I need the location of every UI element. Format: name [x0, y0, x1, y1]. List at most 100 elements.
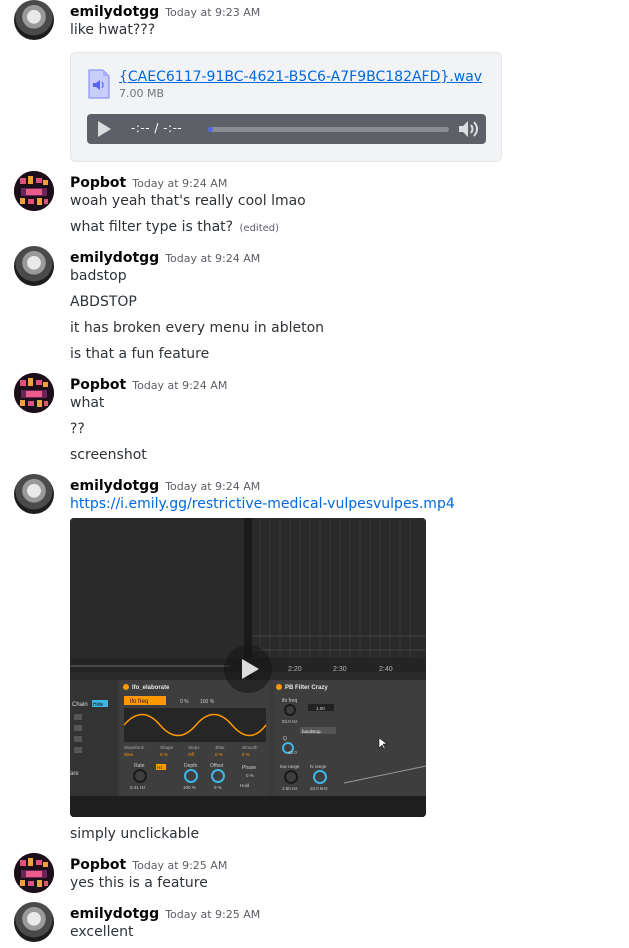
- lfo-knob-value: 0 %: [246, 773, 254, 778]
- avatar[interactable]: [14, 0, 54, 40]
- filter-value: 1.00: [316, 706, 325, 711]
- message-text: what: [70, 395, 105, 411]
- avatar[interactable]: [14, 373, 54, 413]
- message-header: Popbot Today at 9:24 AM: [70, 172, 227, 191]
- timeline-label: 2:20: [288, 666, 302, 673]
- avatar[interactable]: [14, 246, 54, 286]
- timestamp: Today at 9:25 AM: [132, 859, 228, 872]
- video-embed[interactable]: 2:20 2:30 2:40 Chain Hide are lfo_elabor…: [70, 518, 426, 817]
- audio-progress-fill: [208, 127, 213, 132]
- message-header: emilydotgg Today at 9:24 AM: [70, 475, 260, 494]
- username[interactable]: emilydotgg: [70, 906, 159, 922]
- lfo-mode: Hz: [157, 765, 163, 770]
- timeline-label: 2:30: [333, 666, 347, 673]
- popbot-avatar-image: [14, 171, 54, 211]
- file-size: 7.00 MB: [119, 87, 165, 100]
- lfo-param: Waveform: [124, 745, 145, 750]
- popbot-avatar-image: [14, 373, 54, 413]
- play-icon[interactable]: [95, 120, 113, 138]
- message-group: emilydotgg Today at 9:24 AM badstop ABDST…: [0, 246, 629, 366]
- lfo-param: Smooth: [242, 745, 258, 750]
- lfo-value: 0 %: [180, 699, 189, 705]
- filter-label: low range: [280, 764, 300, 769]
- lfo-param-value: 0 %: [242, 752, 250, 757]
- timestamp: Today at 9:23 AM: [165, 6, 261, 19]
- lfo-knob-value: 0 %: [214, 785, 222, 790]
- lfo-param: Shape: [160, 745, 174, 750]
- video-link[interactable]: https://i.emily.gg/restrictive-medical-v…: [70, 496, 455, 512]
- lfo-knob-label: Depth: [184, 763, 198, 769]
- message-text: what filter type is that? (edited): [70, 219, 279, 235]
- video-play-icon[interactable]: [224, 645, 272, 693]
- avatar[interactable]: [14, 171, 54, 211]
- lfo-value: 100 %: [200, 699, 215, 705]
- lfo-param-value: Sine: [124, 752, 134, 757]
- lfo-param-value: Off: [188, 752, 195, 757]
- device-hide-label: Hide: [93, 702, 104, 708]
- message-header: Popbot Today at 9:24 AM: [70, 374, 227, 393]
- device-side-label: are: [70, 771, 79, 777]
- avatar[interactable]: [14, 853, 54, 893]
- filter-type: bandstop: [302, 729, 321, 734]
- message-text: screenshot: [70, 447, 147, 463]
- username[interactable]: Popbot: [70, 857, 126, 873]
- timestamp: Today at 9:24 AM: [165, 252, 261, 265]
- audio-progress-bar[interactable]: [208, 127, 449, 132]
- lfo-param: Steps: [188, 745, 200, 750]
- message-group: emilydotgg Today at 9:23 AM like hwat??? …: [0, 0, 629, 165]
- message-text: badstop: [70, 268, 127, 284]
- lfo-param-value: 0 %: [215, 752, 223, 757]
- username[interactable]: emilydotgg: [70, 478, 159, 494]
- message-group: Popbot Today at 9:24 AM what ?? screensho…: [0, 373, 629, 468]
- filter-label: hi range: [310, 764, 327, 769]
- message-header: emilydotgg Today at 9:25 AM: [70, 903, 260, 922]
- message-text: simply unclickable: [70, 826, 200, 842]
- message-text: is that a fun feature: [70, 346, 210, 362]
- message-text-content: what filter type is that?: [70, 219, 234, 235]
- filter-label: lfo freq: [282, 698, 298, 704]
- lfo-knob-value: 0.41 Hz: [130, 785, 146, 790]
- lfo-knob-label: Offset: [210, 763, 224, 769]
- filter-value: 40.0: [288, 750, 297, 755]
- audio-player: -:-- / -:--: [87, 114, 486, 144]
- filter-title: PB Filter Crazy: [285, 685, 328, 691]
- filter-value: 93.0 Hz: [282, 719, 298, 724]
- avatar[interactable]: [14, 474, 54, 514]
- lfo-title: lfo_elaborate: [132, 685, 170, 691]
- avatar[interactable]: [14, 902, 54, 942]
- message-header: Popbot Today at 9:25 AM: [70, 854, 227, 873]
- filter-label: Q: [283, 736, 287, 742]
- popbot-avatar-image: [14, 853, 54, 893]
- lfo-knob-value: 100 %: [183, 785, 196, 790]
- message-header: emilydotgg Today at 9:24 AM: [70, 247, 260, 266]
- message-text: excellent: [70, 924, 134, 940]
- message-group: Popbot Today at 9:24 AM woah yeah that's …: [0, 171, 629, 241]
- filter-value: 1.60 Hz: [282, 786, 298, 791]
- lfo-param-value: 0 %: [160, 752, 168, 757]
- lfo-param: Jitter: [215, 745, 225, 750]
- lfo-knob-label: Rate: [134, 763, 145, 769]
- audio-time: -:-- / -:--: [131, 121, 183, 135]
- lfo-knob-label: Phase: [242, 765, 256, 771]
- username[interactable]: emilydotgg: [70, 4, 159, 20]
- filter-value: 20.0 kHz: [310, 786, 329, 791]
- username[interactable]: emilydotgg: [70, 250, 159, 266]
- username[interactable]: Popbot: [70, 377, 126, 393]
- timeline-label: 2:40: [379, 666, 393, 673]
- message-text: ABDSTOP: [70, 294, 137, 310]
- message-text: it has broken every menu in ableton: [70, 320, 325, 336]
- device-chain-label: Chain: [72, 702, 88, 708]
- message-group: emilydotgg Today at 9:25 AM excellent: [0, 902, 629, 948]
- timestamp: Today at 9:24 AM: [132, 379, 228, 392]
- message-text: yes this is a feature: [70, 875, 208, 891]
- username[interactable]: Popbot: [70, 175, 126, 191]
- message-link: https://i.emily.gg/restrictive-medical-v…: [70, 496, 455, 512]
- volume-icon[interactable]: [457, 119, 479, 139]
- lfo-hold-label: Hold: [240, 783, 250, 788]
- message-group: Popbot Today at 9:25 AM yes this is a fea…: [0, 853, 629, 898]
- message-header: emilydotgg Today at 9:23 AM: [70, 1, 260, 20]
- message-text: woah yeah that's really cool lmao: [70, 193, 306, 209]
- file-name-link[interactable]: {CAEC6117-91BC-4621-B5C6-A7F9BC182AFD}.w…: [119, 69, 482, 85]
- timestamp: Today at 9:25 AM: [165, 908, 261, 921]
- timestamp: Today at 9:24 AM: [132, 177, 228, 190]
